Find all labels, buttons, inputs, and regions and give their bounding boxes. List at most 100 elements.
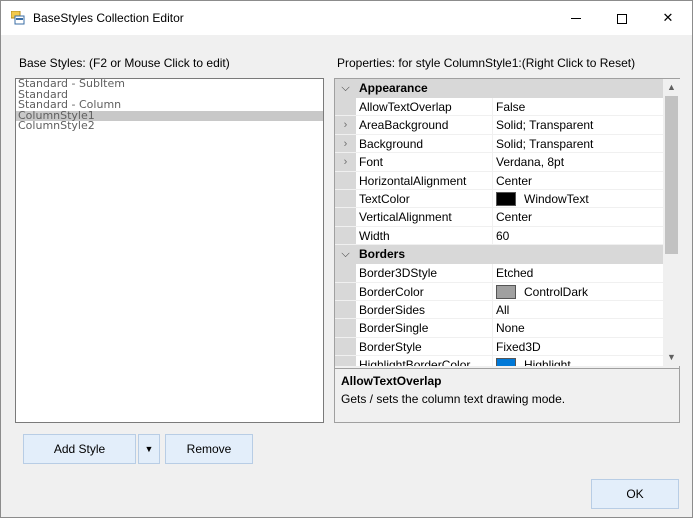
property-row[interactable]: BorderStyle Fixed3D — [335, 337, 663, 357]
expand-chevron-icon[interactable]: › — [335, 134, 356, 153]
style-list-item[interactable]: Standard - SubItem — [16, 79, 323, 90]
scroll-up-icon[interactable]: ▲ — [663, 79, 680, 96]
scroll-down-icon[interactable]: ▼ — [663, 349, 680, 366]
property-row[interactable]: BorderColor ControlDark — [335, 282, 663, 301]
ok-button[interactable]: OK — [591, 479, 679, 509]
maximize-button[interactable] — [599, 1, 645, 35]
property-name[interactable]: Border3DStyle — [356, 264, 493, 282]
add-style-button[interactable]: Add Style — [23, 434, 136, 464]
property-value[interactable]: None — [493, 319, 663, 336]
color-swatch — [496, 358, 516, 366]
property-row[interactable]: TextColor WindowText — [335, 189, 663, 209]
help-description: Gets / sets the column text drawing mode… — [341, 392, 566, 406]
style-list-item[interactable]: ColumnStyle2 — [16, 121, 323, 132]
row-gutter — [335, 356, 356, 366]
property-value[interactable]: Center — [493, 208, 663, 225]
property-row[interactable]: › AreaBackground Solid; Transparent — [335, 116, 663, 135]
property-value[interactable]: False — [493, 98, 663, 115]
property-name[interactable]: AreaBackground — [356, 116, 493, 134]
minimize-button[interactable] — [553, 1, 599, 35]
category-label: Borders — [359, 247, 406, 262]
row-gutter — [335, 282, 356, 300]
base-styles-list[interactable]: Standard - SubItem Standard Standard - Col… — [15, 78, 324, 423]
add-style-dropdown-button[interactable]: ▼ — [138, 434, 160, 464]
property-name[interactable]: AllowTextOverlap — [356, 98, 493, 116]
property-value[interactable]: Fixed3D — [493, 338, 663, 355]
category-header[interactable]: ⌵ Appearance — [335, 79, 663, 98]
style-list-item[interactable]: Standard - Column — [16, 100, 323, 111]
style-list-item[interactable]: ColumnStyle1 — [16, 110, 323, 121]
property-name[interactable]: HighlightBorderColor — [356, 356, 493, 366]
property-row[interactable]: › Font Verdana, 8pt — [335, 153, 663, 172]
expand-chevron-icon[interactable]: › — [335, 116, 356, 134]
property-value[interactable]: All — [493, 301, 663, 318]
category-label: Appearance — [359, 81, 428, 95]
property-value-text: WindowText — [524, 191, 589, 206]
style-list-item[interactable]: Standard — [16, 90, 323, 101]
property-value-text: Fixed3D — [496, 339, 541, 354]
row-gutter — [335, 337, 356, 356]
window-title: BaseStyles Collection Editor — [33, 11, 184, 25]
expand-chevron-icon[interactable]: › — [335, 153, 356, 171]
color-swatch — [496, 191, 516, 206]
property-name[interactable]: Width — [356, 226, 493, 245]
property-name[interactable]: BorderSides — [356, 300, 493, 319]
property-name[interactable]: BorderStyle — [356, 337, 493, 356]
property-value-text: Solid; Transparent — [496, 118, 594, 133]
property-row[interactable]: VerticalAlignment Center — [335, 208, 663, 227]
property-value[interactable]: ControlDark — [493, 283, 663, 300]
property-value[interactable]: Highlight — [493, 356, 663, 366]
property-value[interactable]: Solid; Transparent — [493, 135, 663, 152]
maximize-icon — [617, 13, 627, 24]
property-row[interactable]: Border3DStyle Etched — [335, 264, 663, 283]
property-value[interactable]: Verdana, 8pt — [493, 153, 663, 170]
property-value-text: False — [496, 100, 526, 114]
property-row[interactable]: › Background Solid; Transparent — [335, 134, 663, 154]
collapse-chevron-icon[interactable]: ⌵ — [335, 79, 356, 98]
property-name[interactable]: TextColor — [356, 189, 493, 208]
property-row[interactable]: BorderSides All — [335, 300, 663, 320]
property-row[interactable]: BorderSingle None — [335, 319, 663, 338]
color-swatch — [496, 284, 516, 299]
property-row[interactable]: Width 60 — [335, 226, 663, 246]
property-value[interactable]: 60 — [493, 227, 663, 244]
property-value-text: Verdana, 8pt — [496, 155, 565, 170]
property-name[interactable]: BorderSingle — [356, 319, 493, 337]
row-gutter — [335, 264, 356, 282]
property-name[interactable]: Background — [356, 134, 493, 153]
properties-label: Properties: for style ColumnStyle1:(Righ… — [337, 56, 636, 70]
row-gutter — [335, 98, 356, 116]
property-row[interactable]: AllowTextOverlap False — [335, 98, 663, 117]
chevron-down-icon: ▼ — [144, 444, 154, 454]
title-bar[interactable]: BaseStyles Collection Editor ✕ — [1, 1, 692, 35]
remove-button[interactable]: Remove — [165, 434, 253, 464]
row-gutter — [335, 171, 356, 189]
property-value[interactable]: Solid; Transparent — [493, 116, 663, 133]
row-gutter — [335, 226, 356, 245]
property-name[interactable]: VerticalAlignment — [356, 208, 493, 226]
collapse-chevron-icon[interactable]: ⌵ — [335, 245, 356, 264]
property-value-text: Highlight — [524, 358, 571, 366]
property-value-text: None — [496, 321, 525, 336]
property-name[interactable]: Font — [356, 153, 493, 171]
property-value-text: 60 — [496, 228, 510, 243]
property-grid[interactable]: ⌵ Appearance AllowTextOverlap False › AreaBac… — [334, 78, 680, 423]
property-value[interactable]: WindowText — [493, 190, 663, 207]
category-header[interactable]: ⌵ Borders — [335, 245, 663, 265]
property-value[interactable]: Center — [493, 172, 663, 189]
scroll-thumb[interactable] — [665, 96, 678, 254]
property-value[interactable]: Etched — [493, 264, 663, 281]
property-name[interactable]: HorizontalAlignment — [356, 171, 493, 189]
property-row[interactable]: HighlightBorderColor Highlight — [335, 356, 663, 366]
minimize-icon — [571, 18, 581, 20]
close-button[interactable]: ✕ — [645, 1, 691, 35]
row-gutter — [335, 189, 356, 208]
property-value-text: ControlDark — [524, 284, 589, 299]
property-grid-scrollbar[interactable]: ▲ ▼ — [663, 79, 680, 366]
property-name[interactable]: BorderColor — [356, 282, 493, 300]
property-row[interactable]: HorizontalAlignment Center — [335, 171, 663, 190]
help-title: AllowTextOverlap — [341, 374, 442, 388]
property-value-text: Center — [496, 173, 533, 188]
app-icon — [11, 11, 25, 25]
row-gutter — [335, 300, 356, 319]
